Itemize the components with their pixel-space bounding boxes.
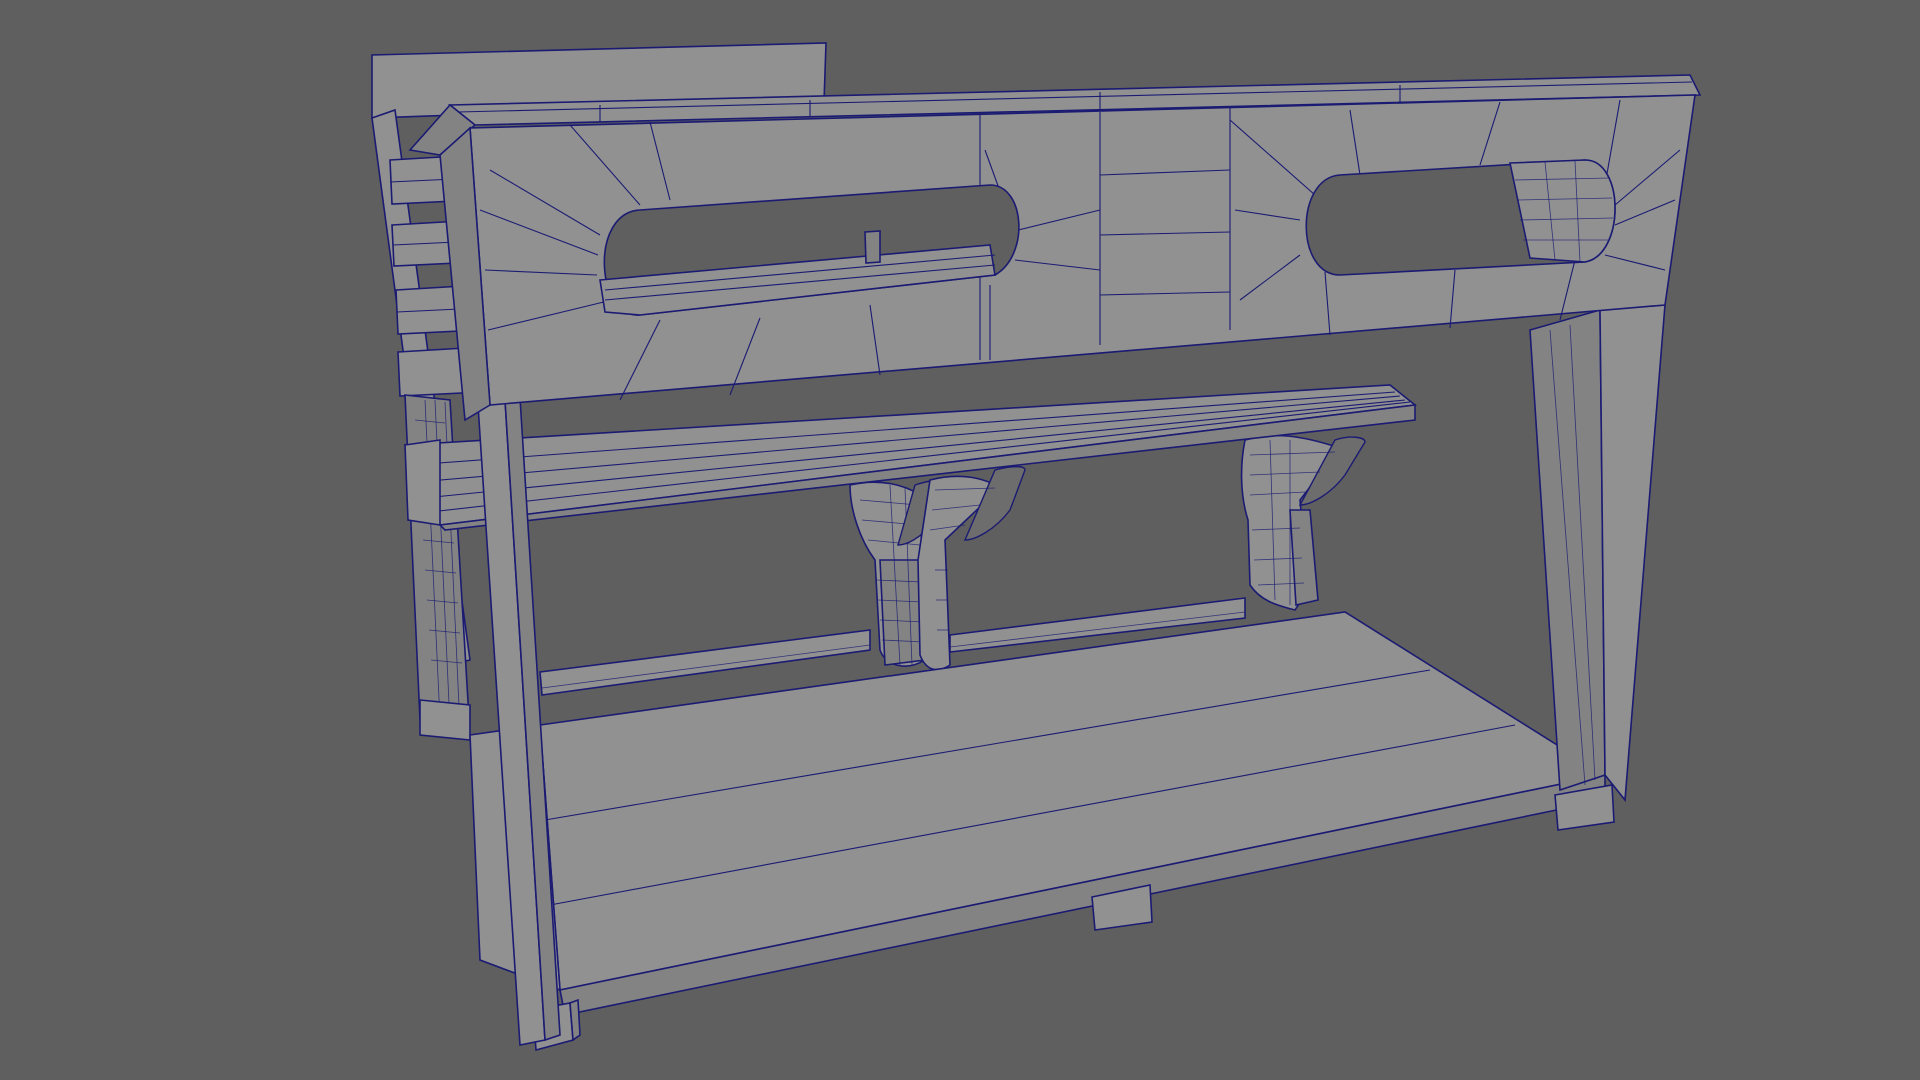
3d-viewport[interactable]: [0, 0, 1920, 1080]
left-side-bottom: [419, 699, 471, 741]
right-side-frame: [1529, 304, 1666, 803]
mesh-render-canvas[interactable]: [0, 0, 1920, 1080]
right-side-outer: [1599, 304, 1666, 803]
bracket-3: [1240, 434, 1366, 611]
window-panel: [439, 94, 1696, 422]
right-side-inner: [1529, 308, 1606, 792]
seat-left-cap: [404, 439, 441, 526]
